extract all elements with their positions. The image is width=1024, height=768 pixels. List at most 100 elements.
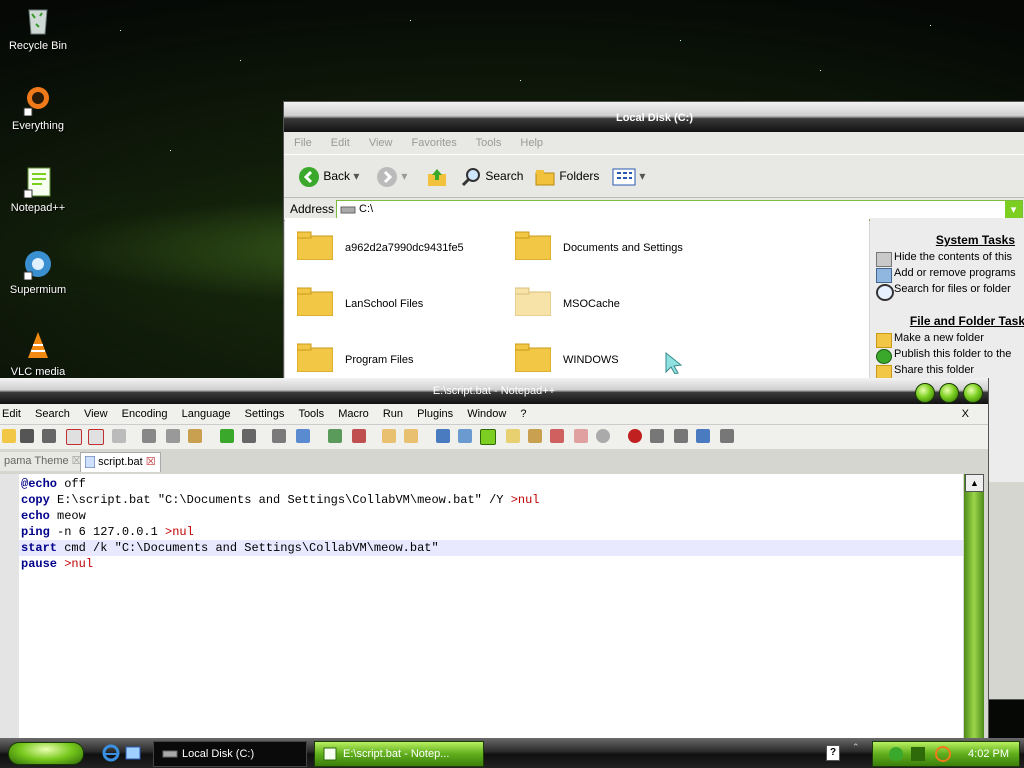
close-file-icon[interactable] [66,429,82,445]
tab-theme[interactable]: pama Theme ☒ [0,452,86,471]
explorer-toolbar: Back ▾ ▾ Search Folders ▾ [284,154,1024,198]
volume-icon[interactable] [911,747,925,761]
monitoring-icon[interactable] [596,429,610,443]
desktop-icon-recycle-bin[interactable]: Recycle Bin [0,4,76,52]
views-button[interactable]: ▾ [612,164,645,188]
menu-run[interactable]: Run [383,408,403,420]
code-editor[interactable]: @echo off copy E:\script.bat "C:\Documen… [0,474,963,738]
tray-chevron-icon[interactable]: ⌃ [852,742,860,753]
folder-workspace-icon[interactable] [574,429,588,443]
network-icon[interactable] [889,747,903,761]
file-folder-tasks-heading[interactable]: File and Folder Task [910,314,1024,328]
menu-plugins[interactable]: Plugins [417,408,453,420]
address-field[interactable]: C:\ ▾ [336,200,1023,220]
undo-icon[interactable] [220,429,234,443]
desktop-icon-everything[interactable]: Everything [0,84,76,132]
desktop-icon-vlc[interactable]: VLC media [0,330,76,378]
task-make-new-folder[interactable]: Make a new folder [894,332,984,344]
sync-v-icon[interactable] [382,429,396,443]
show-desktop-icon[interactable] [124,744,142,762]
show-all-chars-icon[interactable] [458,429,472,443]
record-macro-icon[interactable] [628,429,642,443]
internet-explorer-icon[interactable] [102,744,120,762]
menu-tools[interactable]: Tools [298,408,324,420]
task-local-disk[interactable]: Local Disk (C:) [153,741,307,767]
desktop-icon-notepadpp[interactable]: Notepad++ [0,166,76,214]
everything-tray-icon[interactable] [935,746,951,762]
close-all-icon[interactable] [88,429,104,445]
notepadpp-titlebar[interactable]: E:\script.bat - Notepad++ [0,378,988,404]
close-document-button[interactable]: X [962,404,969,424]
menu-encoding[interactable]: Encoding [122,408,168,420]
menu-view[interactable]: View [369,137,393,149]
save-all-icon[interactable] [42,429,56,443]
indent-guide-icon[interactable] [480,429,496,445]
word-wrap-icon[interactable] [436,429,450,443]
task-hide-contents[interactable]: Hide the contents of this [894,251,1012,263]
folders-button[interactable]: Folders [534,164,599,188]
notepadpp-window[interactable]: E:\script.bat - Notepad++ Edit Search Vi… [0,378,989,738]
menu-search[interactable]: Search [35,408,70,420]
menu-help[interactable]: ? [520,408,526,420]
tab-close-icon[interactable]: ☒ [146,456,156,468]
open-file-icon[interactable] [2,429,16,443]
vertical-scrollbar[interactable]: ▲ [964,474,984,738]
task-share-folder[interactable]: Share this folder [894,364,974,376]
save-macro-icon[interactable] [720,429,734,443]
function-list-icon[interactable] [550,429,564,443]
address-dropdown-icon[interactable]: ▾ [1005,201,1022,219]
zoom-out-icon[interactable] [352,429,366,443]
task-add-remove-programs[interactable]: Add or remove programs [894,267,1016,279]
clock[interactable]: 4:02 PM [968,742,1009,766]
stop-macro-icon[interactable] [650,429,664,443]
print-icon[interactable] [112,429,126,443]
menu-edit[interactable]: Edit [2,408,21,420]
cut-icon[interactable] [142,429,156,443]
task-notepadpp[interactable]: E:\script.bat - Notep... [314,741,484,767]
menu-macro[interactable]: Macro [338,408,369,420]
menu-language[interactable]: Language [182,408,231,420]
publish-globe-icon [876,349,892,364]
menu-favorites[interactable]: Favorites [412,137,457,149]
redirect-operator: >nul [64,557,94,571]
menu-file[interactable]: File [294,137,312,149]
desktop-icon-supermium[interactable]: Supermium [0,248,76,296]
copy-icon[interactable] [166,429,180,443]
menu-view[interactable]: View [84,408,108,420]
start-button[interactable] [8,742,84,765]
tab-script-bat[interactable]: script.bat ☒ [80,452,161,472]
find-icon[interactable] [272,429,286,443]
menu-settings[interactable]: Settings [245,408,285,420]
system-tasks-heading[interactable]: System Tasks [936,233,1015,247]
run-macro-multiple-icon[interactable] [696,429,710,443]
back-button[interactable]: Back ▾ [298,164,359,188]
folder-name: WINDOWS [563,354,619,366]
udl-icon[interactable] [506,429,520,443]
minimize-button[interactable] [915,383,935,403]
redo-icon[interactable] [242,429,256,443]
maximize-button[interactable] [939,383,959,403]
forward-button[interactable]: ▾ [376,164,407,188]
help-icon[interactable]: ? [826,745,840,761]
up-folder-button[interactable] [426,164,448,188]
scroll-up-icon[interactable]: ▲ [965,474,984,492]
task-publish-folder[interactable]: Publish this folder to the [894,348,1011,360]
zoom-in-icon[interactable] [328,429,342,443]
menu-help[interactable]: Help [520,137,543,149]
play-macro-icon[interactable] [674,429,688,443]
menu-window[interactable]: Window [467,408,506,420]
line-number-gutter [0,474,19,738]
sync-h-icon[interactable] [404,429,418,443]
menu-edit[interactable]: Edit [331,137,350,149]
menu-tools[interactable]: Tools [476,137,502,149]
doc-map-icon[interactable] [528,429,542,443]
paste-icon[interactable] [188,429,202,443]
explorer-titlebar[interactable]: Local Disk (C:) [284,102,1024,132]
replace-icon[interactable] [296,429,310,443]
close-button[interactable] [963,383,983,403]
search-button[interactable]: Search [460,164,523,188]
code-line: @echo off [21,476,540,492]
save-icon[interactable] [20,429,34,443]
task-search-files[interactable]: Search for files or folder [894,283,1011,295]
back-dropdown-icon[interactable]: ▾ [353,169,359,183]
